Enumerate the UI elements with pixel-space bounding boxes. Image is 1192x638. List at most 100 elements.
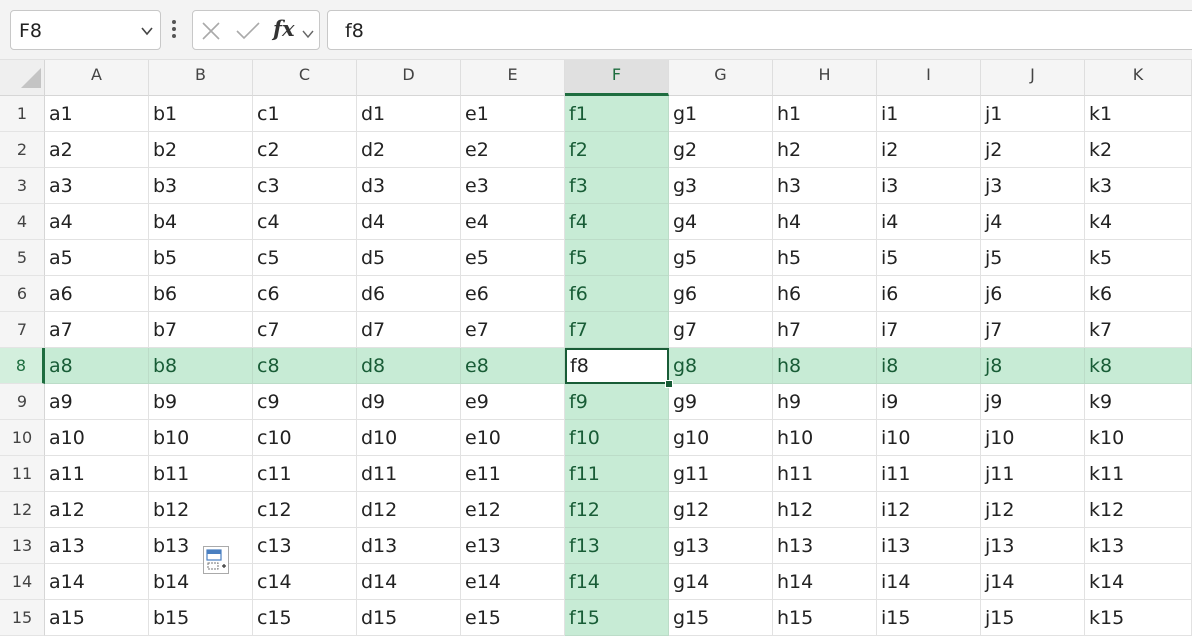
cell-i9[interactable]: i9	[877, 384, 981, 420]
cell-d6[interactable]: d6	[357, 276, 461, 312]
cell-i7[interactable]: i7	[877, 312, 981, 348]
cell-g14[interactable]: g14	[669, 564, 773, 600]
chevron-down-icon[interactable]	[302, 25, 314, 44]
cell-j12[interactable]: j12	[981, 492, 1085, 528]
more-options-icon[interactable]	[170, 18, 178, 44]
cell-g5[interactable]: g5	[669, 240, 773, 276]
cell-d1[interactable]: d1	[357, 96, 461, 132]
cell-b13[interactable]: b13	[149, 528, 253, 564]
cell-c9[interactable]: c9	[253, 384, 357, 420]
cell-d3[interactable]: d3	[357, 168, 461, 204]
cell-g13[interactable]: g13	[669, 528, 773, 564]
row-header-11[interactable]: 11	[0, 456, 45, 492]
cell-b14[interactable]: b14	[149, 564, 253, 600]
cell-g9[interactable]: g9	[669, 384, 773, 420]
column-header-f[interactable]: F	[565, 60, 669, 96]
cell-h14[interactable]: h14	[773, 564, 877, 600]
cell-c13[interactable]: c13	[253, 528, 357, 564]
column-header-e[interactable]: E	[461, 60, 565, 96]
cell-e13[interactable]: e13	[461, 528, 565, 564]
column-header-i[interactable]: I	[877, 60, 981, 96]
cell-c7[interactable]: c7	[253, 312, 357, 348]
cell-e2[interactable]: e2	[461, 132, 565, 168]
cell-b15[interactable]: b15	[149, 600, 253, 636]
cell-f4[interactable]: f4	[565, 204, 669, 240]
column-header-c[interactable]: C	[253, 60, 357, 96]
cell-g10[interactable]: g10	[669, 420, 773, 456]
cell-i13[interactable]: i13	[877, 528, 981, 564]
cell-i3[interactable]: i3	[877, 168, 981, 204]
cell-d14[interactable]: d14	[357, 564, 461, 600]
cell-e11[interactable]: e11	[461, 456, 565, 492]
column-header-k[interactable]: K	[1085, 60, 1192, 96]
cell-a7[interactable]: a7	[45, 312, 149, 348]
cell-h10[interactable]: h10	[773, 420, 877, 456]
cell-d11[interactable]: d11	[357, 456, 461, 492]
cell-b2[interactable]: b2	[149, 132, 253, 168]
cell-a9[interactable]: a9	[45, 384, 149, 420]
cell-h12[interactable]: h12	[773, 492, 877, 528]
row-header-8[interactable]: 8	[0, 348, 45, 384]
cell-e12[interactable]: e12	[461, 492, 565, 528]
cell-j2[interactable]: j2	[981, 132, 1085, 168]
cell-e7[interactable]: e7	[461, 312, 565, 348]
cell-e3[interactable]: e3	[461, 168, 565, 204]
cell-k9[interactable]: k9	[1085, 384, 1192, 420]
cell-f12[interactable]: f12	[565, 492, 669, 528]
insert-function-button[interactable]: fx	[273, 16, 295, 41]
cell-d10[interactable]: d10	[357, 420, 461, 456]
column-header-b[interactable]: B	[149, 60, 253, 96]
cell-i12[interactable]: i12	[877, 492, 981, 528]
cell-d8[interactable]: d8	[357, 348, 461, 384]
cell-c4[interactable]: c4	[253, 204, 357, 240]
select-all-button[interactable]	[0, 60, 45, 96]
cell-k6[interactable]: k6	[1085, 276, 1192, 312]
cell-e10[interactable]: e10	[461, 420, 565, 456]
cell-a11[interactable]: a11	[45, 456, 149, 492]
cell-h8[interactable]: h8	[773, 348, 877, 384]
row-header-13[interactable]: 13	[0, 528, 45, 564]
cell-j4[interactable]: j4	[981, 204, 1085, 240]
cell-h13[interactable]: h13	[773, 528, 877, 564]
cell-k8[interactable]: k8	[1085, 348, 1192, 384]
cell-b6[interactable]: b6	[149, 276, 253, 312]
cell-h15[interactable]: h15	[773, 600, 877, 636]
cell-i4[interactable]: i4	[877, 204, 981, 240]
column-header-g[interactable]: G	[669, 60, 773, 96]
cell-a8[interactable]: a8	[45, 348, 149, 384]
cell-j8[interactable]: j8	[981, 348, 1085, 384]
cell-e14[interactable]: e14	[461, 564, 565, 600]
paste-options-button[interactable]	[203, 546, 229, 574]
cell-a12[interactable]: a12	[45, 492, 149, 528]
cell-a4[interactable]: a4	[45, 204, 149, 240]
cell-a15[interactable]: a15	[45, 600, 149, 636]
cell-e8[interactable]: e8	[461, 348, 565, 384]
cell-k3[interactable]: k3	[1085, 168, 1192, 204]
cell-j6[interactable]: j6	[981, 276, 1085, 312]
cell-j11[interactable]: j11	[981, 456, 1085, 492]
row-header-1[interactable]: 1	[0, 96, 45, 132]
cell-c8[interactable]: c8	[253, 348, 357, 384]
cell-b3[interactable]: b3	[149, 168, 253, 204]
fill-handle[interactable]	[665, 380, 673, 388]
cell-f9[interactable]: f9	[565, 384, 669, 420]
cell-b4[interactable]: b4	[149, 204, 253, 240]
cell-f1[interactable]: f1	[565, 96, 669, 132]
cell-g12[interactable]: g12	[669, 492, 773, 528]
cell-i15[interactable]: i15	[877, 600, 981, 636]
cell-c6[interactable]: c6	[253, 276, 357, 312]
cell-i5[interactable]: i5	[877, 240, 981, 276]
cell-c14[interactable]: c14	[253, 564, 357, 600]
cell-f11[interactable]: f11	[565, 456, 669, 492]
row-header-2[interactable]: 2	[0, 132, 45, 168]
cell-d5[interactable]: d5	[357, 240, 461, 276]
cell-j13[interactable]: j13	[981, 528, 1085, 564]
cell-b12[interactable]: b12	[149, 492, 253, 528]
cell-a5[interactable]: a5	[45, 240, 149, 276]
cell-k5[interactable]: k5	[1085, 240, 1192, 276]
cell-h2[interactable]: h2	[773, 132, 877, 168]
cell-f15[interactable]: f15	[565, 600, 669, 636]
cell-h11[interactable]: h11	[773, 456, 877, 492]
cell-b1[interactable]: b1	[149, 96, 253, 132]
cell-h5[interactable]: h5	[773, 240, 877, 276]
